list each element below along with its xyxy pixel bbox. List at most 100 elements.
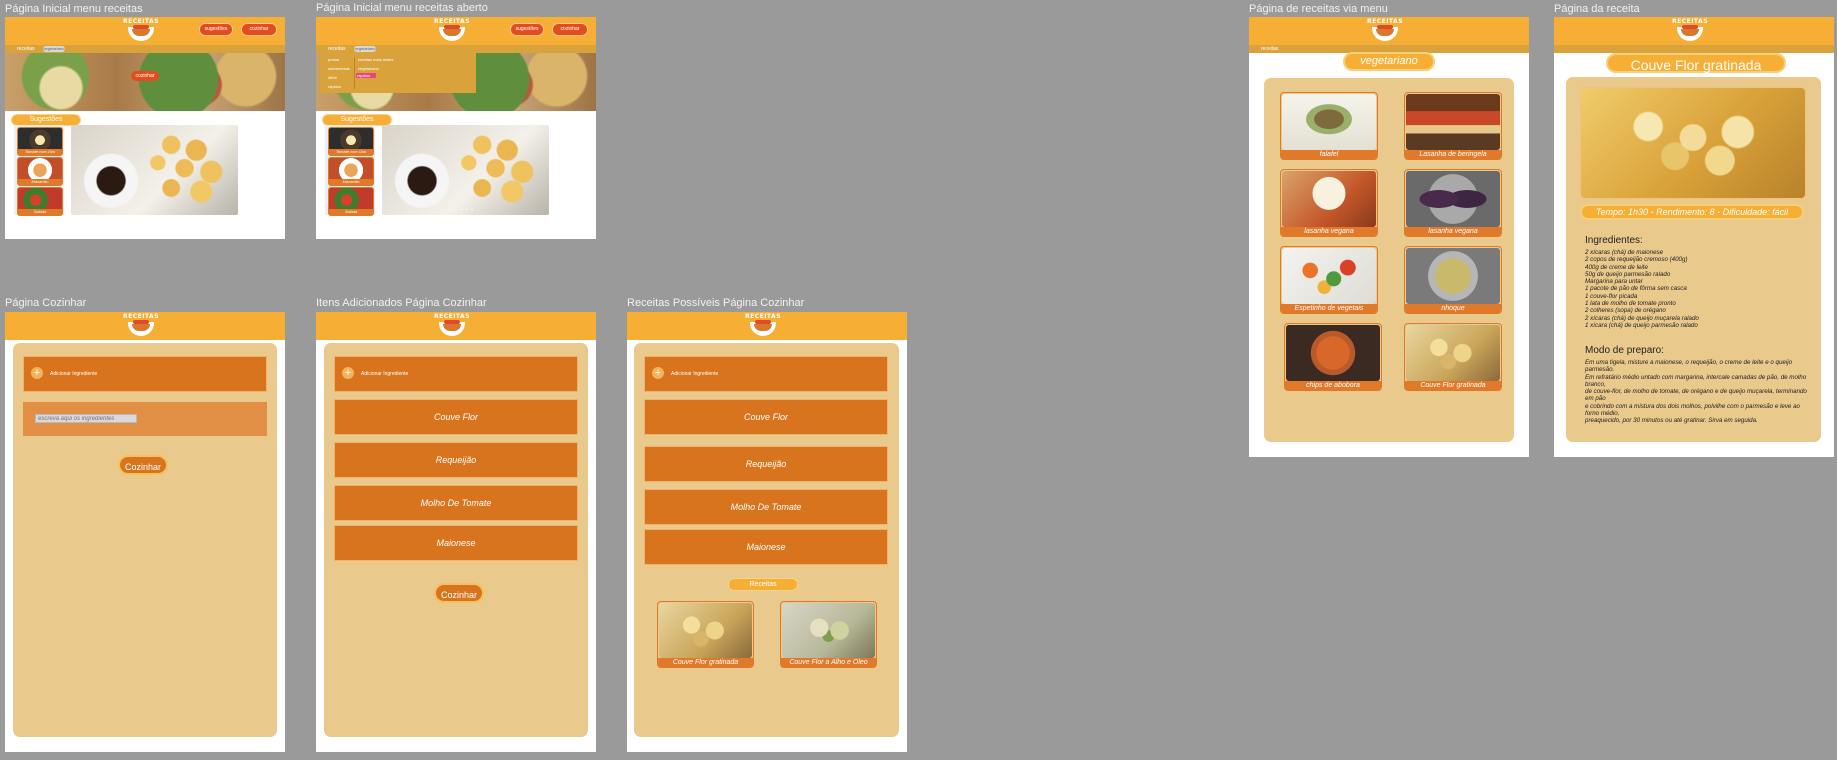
breadcrumb-receitas[interactable]: receitas: [1261, 45, 1279, 53]
dropdown-item: rápidos: [357, 73, 371, 78]
ingredient-item[interactable]: Molho De Tomate: [334, 485, 578, 521]
recipe-image: [1406, 248, 1500, 304]
frame-label-cozinhar: Página Cozinhar: [5, 297, 87, 309]
recipe-image: [1282, 94, 1376, 150]
dropdown-item[interactable]: receitas mais tristes: [358, 57, 393, 62]
recipe-caption: lasanha vegana: [1281, 227, 1377, 236]
carousel-dots[interactable]: • • •: [461, 207, 474, 213]
dropdown-item[interactable]: pratos: [328, 57, 339, 62]
logo-band: [444, 25, 460, 29]
suggestion-card-tomate-ovo[interactable]: Tomate com Ovo: [328, 127, 374, 156]
recipe-caption: Lasanha de beringela: [1405, 150, 1501, 159]
sub-bar: receitas vegetariano: [5, 45, 285, 53]
ingredient-item[interactable]: Requeijão: [334, 442, 578, 478]
recipe-caption: chips de abobora: [1285, 381, 1381, 390]
dropdown-item[interactable]: rápidos: [328, 84, 341, 89]
suggestion-card-salada[interactable]: Salada: [328, 187, 374, 216]
ingredient-item[interactable]: Requeijão: [644, 446, 888, 482]
breadcrumb-pill[interactable]: vegetariano: [354, 46, 376, 52]
logo[interactable]: RECEITAS: [118, 18, 164, 44]
plus-icon: +: [652, 367, 664, 379]
frame-receitas-possiveis: RECEITAS + Adicionar Ingrediente Couve F…: [627, 312, 907, 752]
logo[interactable]: RECEITAS: [118, 313, 164, 339]
result-card-couve-alho-oleo[interactable]: Couve Flor a Alho e Óleo: [780, 601, 877, 668]
suggestion-caption: Macarrão: [329, 179, 373, 185]
add-ingredient-button[interactable]: + Adicionar Ingrediente: [334, 356, 578, 392]
recipe-card-lasanha-vegana[interactable]: lasanha vegana: [1280, 169, 1378, 237]
featured-image[interactable]: [382, 125, 549, 215]
logo-band: [1682, 25, 1698, 29]
frame-label-via-menu: Página de receitas via menu: [1249, 3, 1388, 15]
suggestion-caption: Tomate com Ovo: [329, 149, 373, 155]
recipe-title: Couve Flor gratinada: [1606, 53, 1786, 73]
logo-bowl-icon: [439, 322, 465, 336]
recipe-card-espetinho[interactable]: Espetinho de vegetais: [1280, 246, 1378, 314]
recipe-card-lasanha-beringela[interactable]: Lasanha de beringela: [1404, 92, 1502, 160]
cozinhar-panel: + Adicionar Ingrediente Couve Flor Reque…: [324, 343, 588, 737]
ingredient-item[interactable]: Couve Flor: [644, 399, 888, 435]
logo[interactable]: RECEITAS: [429, 313, 475, 339]
nav-sugestoes-button[interactable]: sugestões: [199, 23, 233, 36]
nav-cozinhar-button[interactable]: cozinhar: [241, 23, 277, 36]
sub-bar: [1554, 45, 1834, 53]
frame-cozinhar: RECEITAS + Adicionar Ingrediente Cozinha…: [5, 312, 285, 752]
cozinhar-button[interactable]: Cozinhar: [118, 455, 168, 475]
logo-bowl-icon: [750, 322, 776, 336]
ingredient-item[interactable]: Molho De Tomate: [644, 489, 888, 525]
frame-label-itens: Itens Adicionados Página Cozinhar: [316, 297, 487, 309]
breadcrumb-receitas[interactable]: receitas: [328, 45, 346, 53]
plus-icon: +: [31, 367, 43, 379]
featured-image[interactable]: [71, 125, 238, 215]
dropdown-item[interactable]: sobremesas: [328, 66, 350, 71]
nav-cozinhar-button[interactable]: cozinhar: [552, 23, 588, 36]
cozinhar-panel: + Adicionar Ingrediente Cozinhar: [13, 343, 277, 737]
add-ingredient-label: Adicionar Ingrediente: [671, 371, 719, 377]
recipe-caption: Couve Flor gratinada: [658, 658, 753, 667]
add-ingredient-button[interactable]: + Adicionar Ingrediente: [644, 356, 888, 392]
add-ingredient-button[interactable]: + Adicionar Ingrediente: [23, 356, 267, 392]
hero-cozinhar-button[interactable]: cozinhar: [131, 71, 159, 81]
breadcrumb-pill[interactable]: vegetariano: [43, 46, 65, 52]
frame-label-receita: Página da receita: [1554, 3, 1640, 15]
ingredient-input-row: [23, 402, 267, 436]
suggestion-caption: Tomate com Ovo: [18, 149, 62, 155]
recipe-image: [1282, 248, 1376, 304]
breadcrumb-receitas[interactable]: receitas: [17, 45, 35, 53]
recipe-card-nhoque[interactable]: nhoque: [1404, 246, 1502, 314]
nav-sugestoes-button[interactable]: sugestões: [510, 23, 544, 36]
recipe-card-chips-abobora[interactable]: chips de abobora: [1284, 323, 1382, 391]
ingredient-item[interactable]: Maionese: [644, 529, 888, 565]
frame-label-inicial-aberto: Página Inicial menu receitas aberto: [316, 2, 488, 14]
suggestion-card-macarrao[interactable]: Macarrão: [328, 157, 374, 186]
ingredient-item[interactable]: Couve Flor: [334, 399, 578, 435]
prep-heading: Modo de preparo:: [1585, 345, 1664, 356]
ingredient-item[interactable]: Maionese: [334, 525, 578, 561]
frame-label-possiveis: Receitas Possíveis Página Cozinhar: [627, 297, 805, 309]
dropdown-item[interactable]: vegetariano: [358, 66, 379, 71]
logo-band: [444, 320, 460, 324]
recipe-panel: Tempo: 1h30 - Rendimento: 8 - Dificuldad…: [1566, 77, 1821, 442]
logo-bowl-icon: [128, 322, 154, 336]
recipe-card-couve-gratinada[interactable]: Couve Flor gratinada: [1404, 323, 1502, 391]
result-card-couve-gratinada[interactable]: Couve Flor gratinada: [657, 601, 754, 668]
logo-text: RECEITAS: [433, 18, 471, 25]
recipe-card-falafel[interactable]: falafel: [1280, 92, 1378, 160]
logo[interactable]: RECEITAS: [740, 313, 786, 339]
suggestion-card-tomate-ovo[interactable]: Tomate com Ovo: [17, 127, 63, 156]
cozinhar-button[interactable]: Cozinhar: [434, 583, 484, 603]
logo[interactable]: RECEITAS: [1667, 18, 1713, 44]
frame-home-menu-open: RECEITAS sugestões cozinhar receitas veg…: [316, 17, 596, 239]
recipe-card-lasanha-vegana-2[interactable]: lasanha vegana: [1404, 169, 1502, 237]
logo-band: [755, 320, 771, 324]
suggestions-list: Tomate com Ovo Macarrão Salada: [325, 125, 375, 216]
dropdown-item[interactable]: difícil: [328, 75, 337, 80]
add-ingredient-label: Adicionar Ingrediente: [361, 371, 409, 377]
logo-bowl-icon: [1677, 27, 1703, 41]
logo[interactable]: RECEITAS: [1362, 18, 1408, 44]
ingredient-input[interactable]: [35, 414, 137, 423]
logo[interactable]: RECEITAS: [429, 18, 475, 44]
recipe-caption: Couve Flor a Alho e Óleo: [781, 658, 876, 667]
suggestion-card-macarrao[interactable]: Macarrão: [17, 157, 63, 186]
dropdown-item-highlighted[interactable]: rápidos: [356, 73, 376, 78]
suggestion-card-salada[interactable]: Salada: [17, 187, 63, 216]
